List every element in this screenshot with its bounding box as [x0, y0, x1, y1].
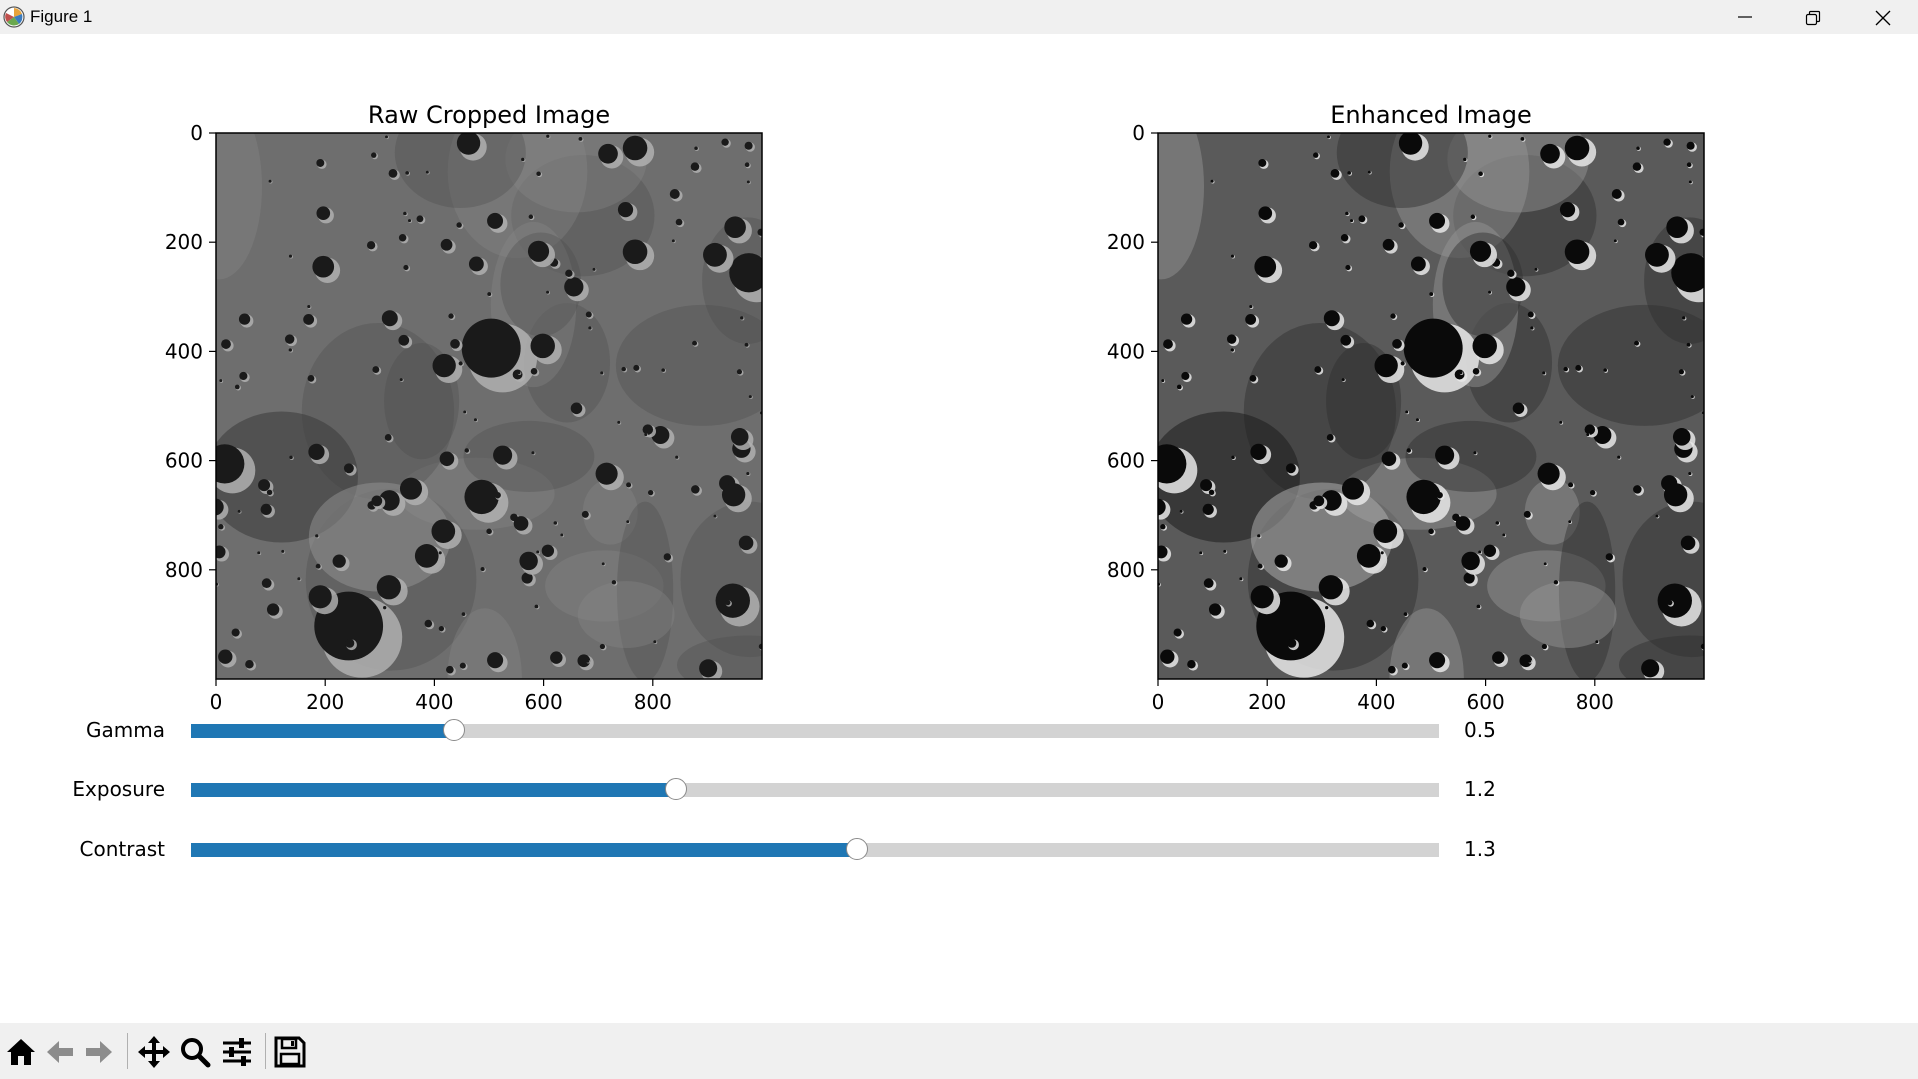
toolbar-separator	[127, 1033, 128, 1069]
toolbar-separator	[265, 1033, 266, 1069]
y-tick-label: 400	[1107, 339, 1145, 363]
save-button[interactable]	[273, 1035, 307, 1069]
pan-button[interactable]	[137, 1035, 171, 1069]
restore-icon	[1805, 10, 1821, 26]
gamma-slider[interactable]	[191, 719, 1439, 741]
gamma-slider-handle[interactable]	[442, 719, 465, 741]
back-button[interactable]	[43, 1035, 77, 1069]
navigation-toolbar	[0, 1023, 1918, 1079]
y-tick-label: 400	[165, 339, 203, 363]
title-bar: Figure 1	[0, 0, 1918, 34]
x-tick-label: 200	[306, 690, 344, 714]
y-tick-label: 200	[1107, 230, 1145, 254]
y-tick-label: 800	[165, 558, 203, 582]
x-tick-label: 600	[1467, 690, 1505, 714]
magnifier-icon	[181, 1038, 211, 1068]
arrow-right-icon	[86, 1041, 112, 1063]
close-icon	[1875, 10, 1891, 26]
y-tick-label: 0	[190, 121, 203, 145]
arrow-left-icon	[47, 1041, 73, 1063]
contrast-value: 1.3	[1464, 837, 1496, 861]
forward-button[interactable]	[82, 1035, 116, 1069]
sliders-icon	[223, 1038, 251, 1066]
home-icon	[7, 1039, 35, 1065]
floppy-disk-icon	[274, 1036, 306, 1068]
gamma-value: 0.5	[1464, 718, 1496, 742]
exposure-slider-handle[interactable]	[665, 778, 688, 800]
x-tick-label: 800	[634, 690, 672, 714]
minimize-button[interactable]	[1710, 0, 1778, 34]
contrast-slider-handle[interactable]	[845, 838, 868, 860]
restore-button[interactable]	[1778, 0, 1846, 34]
figure-canvas[interactable]: Raw Cropped Image 0 200 400 600 800 0 200 400 600…	[0, 34, 1918, 1023]
x-tick-label: 400	[415, 690, 453, 714]
exposure-label: Exposure	[72, 777, 165, 801]
figure-axes: Raw Cropped Image 0 200 400 600 800 0 200 400 600…	[165, 101, 1705, 714]
y-tick-label: 600	[165, 449, 203, 473]
lunar-image	[216, 133, 762, 679]
x-tick-label: 200	[1248, 690, 1286, 714]
x-tick-label: 0	[210, 690, 223, 714]
image-panel-1: Raw Cropped Image 0 200 400 600 800 0 200 400 600…	[165, 101, 763, 714]
panel-title: Raw Cropped Image	[368, 101, 610, 129]
x-tick-label: 600	[525, 690, 563, 714]
contrast-label: Contrast	[79, 837, 165, 861]
exposure-value: 1.2	[1464, 777, 1496, 801]
y-tick-label: 800	[1107, 558, 1145, 582]
gamma-slider-fill	[191, 724, 454, 738]
move-icon	[138, 1036, 170, 1068]
exposure-slider-fill	[191, 783, 677, 797]
contrast-slider[interactable]	[191, 838, 1439, 860]
gamma-label: Gamma	[86, 718, 165, 742]
matplotlib-icon	[3, 6, 25, 28]
exposure-slider[interactable]	[191, 778, 1439, 800]
image-panel-2: Enhanced Image 0 200 400 600 800 0 200 400 600 800	[1107, 101, 1705, 714]
y-tick-label: 600	[1107, 449, 1145, 473]
minimize-icon	[1738, 16, 1752, 18]
contrast-slider-fill	[191, 843, 857, 857]
y-tick-label: 0	[1132, 121, 1145, 145]
panel-title: Enhanced Image	[1330, 101, 1532, 129]
zoom-button[interactable]	[178, 1035, 212, 1069]
x-tick-label: 800	[1576, 690, 1614, 714]
y-tick-label: 200	[165, 230, 203, 254]
x-tick-label: 400	[1357, 690, 1395, 714]
x-tick-label: 0	[1152, 690, 1165, 714]
home-button[interactable]	[4, 1035, 38, 1069]
close-button[interactable]	[1848, 0, 1916, 34]
window-title: Figure 1	[30, 7, 93, 26]
lunar-image	[1158, 133, 1704, 679]
configure-subplots-button[interactable]	[220, 1035, 254, 1069]
